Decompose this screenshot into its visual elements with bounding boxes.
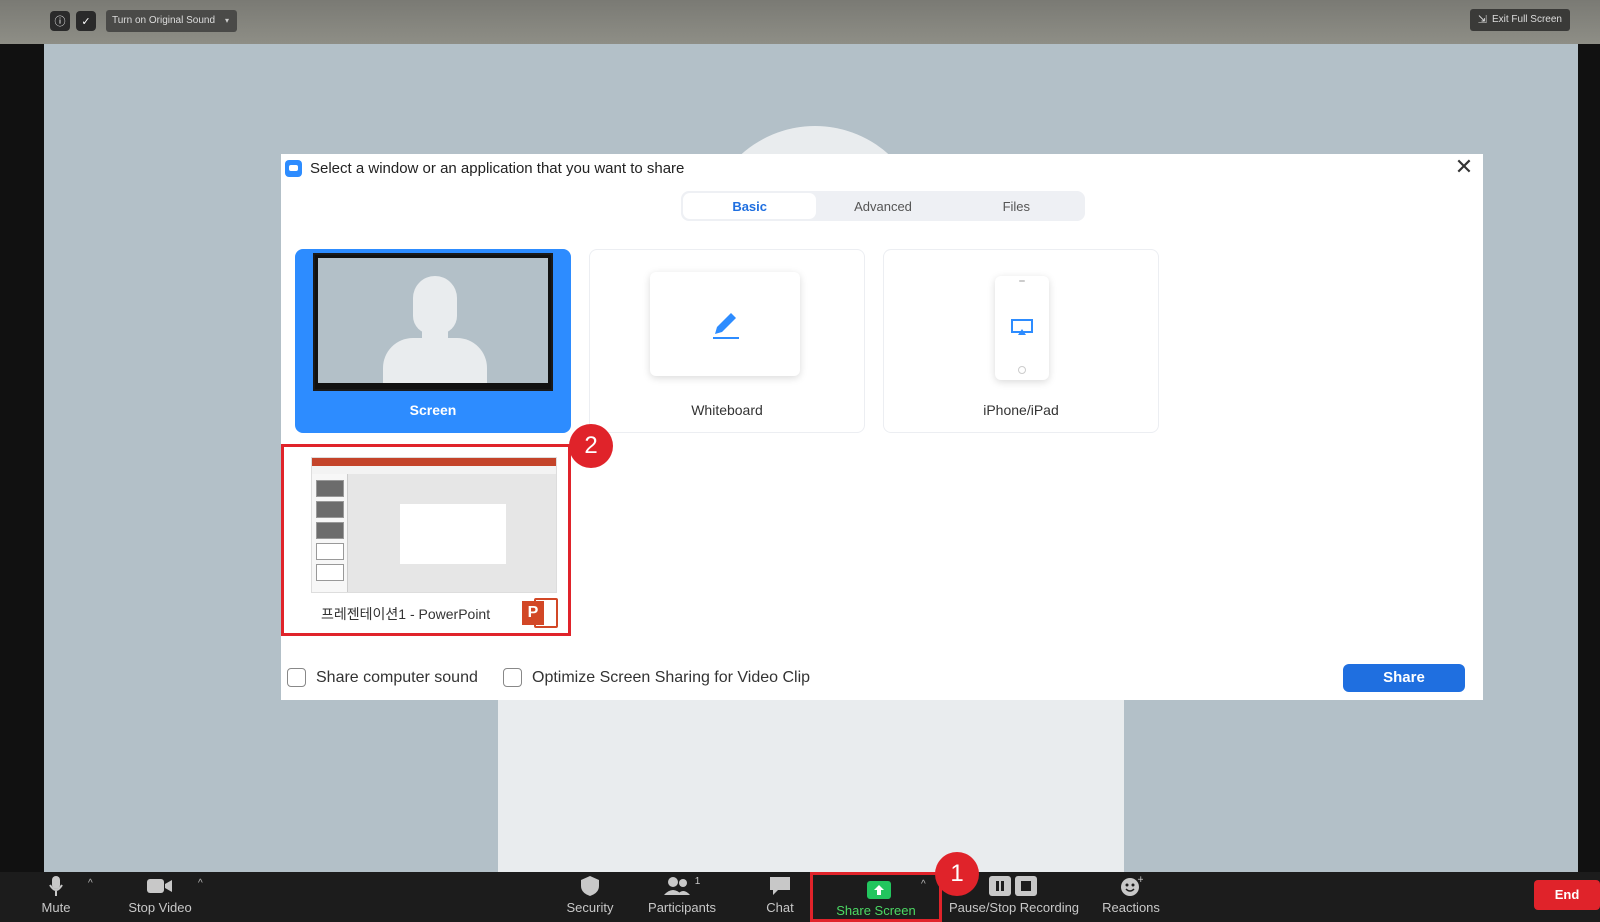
stop-video-label: Stop Video bbox=[128, 900, 192, 915]
audio-options-chevron-icon[interactable]: ^ bbox=[88, 878, 93, 889]
exit-fullscreen-label: Exit Full Screen bbox=[1491, 14, 1562, 25]
mute-button[interactable]: Mute bbox=[36, 872, 76, 922]
share-option-powerpoint[interactable]: 프레젠테이션1 - PowerPoint P bbox=[281, 444, 571, 636]
share-arrow-icon bbox=[867, 881, 891, 899]
share-screen-label: Share Screen bbox=[836, 903, 916, 918]
whiteboard-preview bbox=[650, 272, 800, 376]
powerpoint-preview bbox=[311, 457, 557, 593]
stop-video-button[interactable]: Stop Video bbox=[122, 872, 198, 922]
zoom-window: ⓘ ✓ Turn on Original Sound ▾ ⇲ Exit Full… bbox=[0, 0, 1600, 922]
airplay-icon bbox=[1011, 319, 1033, 335]
iphone-label: iPhone/iPad bbox=[983, 402, 1059, 418]
annotation-badge-1: 1 bbox=[935, 852, 979, 896]
recording-label: Pause/Stop Recording bbox=[948, 900, 1080, 915]
shield-icon bbox=[580, 872, 600, 900]
participants-label: Participants bbox=[648, 900, 716, 915]
share-option-iphone[interactable]: iPhone/iPad bbox=[883, 249, 1159, 433]
original-sound-button[interactable]: Turn on Original Sound ▾ bbox=[106, 10, 238, 32]
whiteboard-label: Whiteboard bbox=[691, 402, 763, 418]
phone-preview bbox=[995, 276, 1049, 380]
video-camera-icon bbox=[147, 872, 173, 900]
exit-fullscreen-button[interactable]: ⇲ Exit Full Screen bbox=[1469, 9, 1570, 31]
pen-icon bbox=[713, 313, 739, 339]
screen-preview bbox=[313, 253, 553, 391]
annotation-badge-2: 2 bbox=[569, 424, 613, 468]
security-label: Security bbox=[566, 900, 614, 915]
info-icon[interactable]: ⓘ bbox=[50, 11, 70, 31]
microphone-icon bbox=[48, 872, 64, 900]
svg-text:+: + bbox=[1137, 875, 1143, 885]
share-sound-checkbox[interactable] bbox=[287, 668, 306, 687]
reactions-button[interactable]: + Reactions bbox=[1096, 872, 1166, 922]
close-icon[interactable]: ✕ bbox=[1451, 154, 1477, 180]
chat-button[interactable]: Chat bbox=[760, 872, 800, 922]
tab-files[interactable]: Files bbox=[950, 193, 1083, 219]
dialog-title: Select a window or an application that y… bbox=[310, 159, 685, 177]
share-tabs: Basic Advanced Files bbox=[681, 191, 1085, 221]
pause-stop-icon bbox=[987, 872, 1041, 900]
left-edge bbox=[0, 44, 44, 872]
screen-label: Screen bbox=[409, 402, 457, 418]
share-option-screen[interactable]: Screen bbox=[295, 249, 571, 433]
tab-advanced[interactable]: Advanced bbox=[816, 193, 949, 219]
share-sound-label: Share computer sound bbox=[316, 668, 478, 686]
share-options-chevron-icon[interactable]: ^ bbox=[921, 879, 926, 890]
meeting-toolbar: Mute ^ Stop Video ^ Security 1 Participa… bbox=[0, 872, 1600, 922]
zoom-logo-icon bbox=[285, 159, 302, 177]
reactions-label: Reactions bbox=[1102, 900, 1160, 915]
share-screen-button[interactable]: ^ Share Screen bbox=[810, 872, 942, 922]
participants-count: 1 bbox=[694, 876, 701, 887]
optimize-video-checkbox[interactable] bbox=[503, 668, 522, 687]
share-sound-option[interactable]: Share computer sound bbox=[287, 668, 478, 687]
participants-icon: 1 bbox=[663, 872, 701, 900]
chat-bubble-icon bbox=[768, 872, 792, 900]
meeting-topbar: ⓘ ✓ Turn on Original Sound ▾ ⇲ Exit Full… bbox=[0, 0, 1600, 44]
mute-label: Mute bbox=[41, 900, 71, 915]
shield-check-icon[interactable]: ✓ bbox=[76, 11, 96, 31]
dialog-title-bar: Select a window or an application that y… bbox=[285, 156, 684, 180]
original-sound-label: Turn on Original Sound bbox=[112, 15, 216, 26]
security-button[interactable]: Security bbox=[560, 872, 620, 922]
optimize-video-label: Optimize Screen Sharing for Video Clip bbox=[532, 668, 811, 686]
share-option-whiteboard[interactable]: Whiteboard bbox=[589, 249, 865, 433]
powerpoint-icon: P bbox=[522, 597, 558, 631]
video-options-chevron-icon[interactable]: ^ bbox=[198, 878, 203, 889]
chat-label: Chat bbox=[766, 900, 794, 915]
collapse-icon: ⇲ bbox=[1477, 14, 1487, 26]
share-button[interactable]: Share bbox=[1343, 664, 1465, 692]
end-button[interactable]: End bbox=[1534, 880, 1600, 910]
tab-basic[interactable]: Basic bbox=[683, 193, 817, 219]
share-screen-dialog: Select a window or an application that y… bbox=[281, 154, 1483, 700]
smiley-icon: + bbox=[1119, 872, 1143, 900]
powerpoint-label: 프레젠테이션1 - PowerPoint bbox=[321, 606, 491, 622]
chevron-down-icon[interactable]: ▾ bbox=[225, 10, 229, 32]
optimize-video-option[interactable]: Optimize Screen Sharing for Video Clip bbox=[503, 668, 810, 687]
participants-button[interactable]: 1 Participants bbox=[642, 872, 722, 922]
